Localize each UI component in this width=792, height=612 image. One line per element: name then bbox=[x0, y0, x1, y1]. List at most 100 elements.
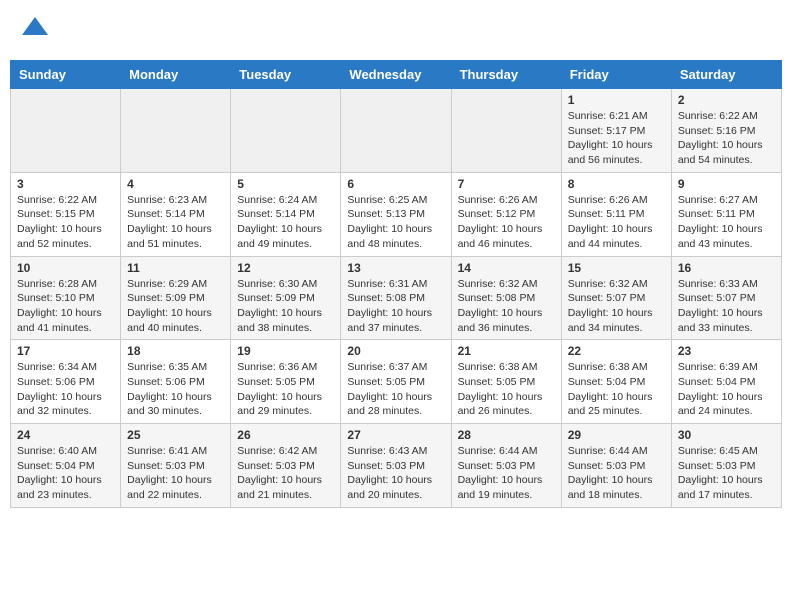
cell-content: Sunrise: 6:41 AM Sunset: 5:03 PM Dayligh… bbox=[127, 444, 224, 503]
day-number: 19 bbox=[237, 344, 334, 358]
calendar-cell: 3 Sunrise: 6:22 AM Sunset: 5:15 PM Daylig… bbox=[11, 172, 121, 256]
cell-content: Sunrise: 6:32 AM Sunset: 5:07 PM Dayligh… bbox=[568, 277, 665, 336]
calendar-week-row: 3 Sunrise: 6:22 AM Sunset: 5:15 PM Daylig… bbox=[11, 172, 782, 256]
calendar-cell: 14 Sunrise: 6:32 AM Sunset: 5:08 PM Dayli… bbox=[451, 256, 561, 340]
weekday-header: Monday bbox=[121, 61, 231, 89]
calendar-cell: 30 Sunrise: 6:45 AM Sunset: 5:03 PM Dayli… bbox=[671, 424, 781, 508]
logo-icon bbox=[20, 15, 50, 45]
calendar-cell: 16 Sunrise: 6:33 AM Sunset: 5:07 PM Dayli… bbox=[671, 256, 781, 340]
calendar-cell: 11 Sunrise: 6:29 AM Sunset: 5:09 PM Dayli… bbox=[121, 256, 231, 340]
calendar-cell: 6Sunrise: 6:25 AM Sunset: 5:13 PM Daylig… bbox=[341, 172, 451, 256]
day-number: 3 bbox=[17, 177, 114, 191]
calendar-cell bbox=[341, 89, 451, 173]
day-number: 2 bbox=[678, 93, 775, 107]
calendar-cell: 4 Sunrise: 6:23 AM Sunset: 5:14 PM Daylig… bbox=[121, 172, 231, 256]
day-number: 8 bbox=[568, 177, 665, 191]
calendar-table: SundayMondayTuesdayWednesdayThursdayFrid… bbox=[10, 60, 782, 508]
calendar-cell: 28Sunrise: 6:44 AM Sunset: 5:03 PM Dayli… bbox=[451, 424, 561, 508]
calendar-cell: 12 Sunrise: 6:30 AM Sunset: 5:09 PM Dayli… bbox=[231, 256, 341, 340]
cell-content: Sunrise: 6:24 AM Sunset: 5:14 PM Dayligh… bbox=[237, 193, 334, 252]
day-number: 18 bbox=[127, 344, 224, 358]
calendar-cell: 21 Sunrise: 6:38 AM Sunset: 5:05 PM Dayli… bbox=[451, 340, 561, 424]
calendar-cell bbox=[121, 89, 231, 173]
cell-content: Sunrise: 6:35 AM Sunset: 5:06 PM Dayligh… bbox=[127, 360, 224, 419]
calendar-week-row: 10 Sunrise: 6:28 AM Sunset: 5:10 PM Dayli… bbox=[11, 256, 782, 340]
cell-content: Sunrise: 6:36 AM Sunset: 5:05 PM Dayligh… bbox=[237, 360, 334, 419]
day-number: 13 bbox=[347, 261, 444, 275]
day-number: 1 bbox=[568, 93, 665, 107]
cell-content: Sunrise: 6:44 AM Sunset: 5:03 PM Dayligh… bbox=[568, 444, 665, 503]
calendar-week-row: 1 Sunrise: 6:21 AM Sunset: 5:17 PM Daylig… bbox=[11, 89, 782, 173]
cell-content: Sunrise: 6:29 AM Sunset: 5:09 PM Dayligh… bbox=[127, 277, 224, 336]
calendar-header-row: SundayMondayTuesdayWednesdayThursdayFrid… bbox=[11, 61, 782, 89]
cell-content: Sunrise: 6:45 AM Sunset: 5:03 PM Dayligh… bbox=[678, 444, 775, 503]
calendar-cell: 5 Sunrise: 6:24 AM Sunset: 5:14 PM Daylig… bbox=[231, 172, 341, 256]
cell-content: Sunrise: 6:37 AM Sunset: 5:05 PM Dayligh… bbox=[347, 360, 444, 419]
weekday-header: Sunday bbox=[11, 61, 121, 89]
cell-content: Sunrise: 6:39 AM Sunset: 5:04 PM Dayligh… bbox=[678, 360, 775, 419]
day-number: 20 bbox=[347, 344, 444, 358]
day-number: 26 bbox=[237, 428, 334, 442]
day-number: 7 bbox=[458, 177, 555, 191]
calendar-cell: 24 Sunrise: 6:40 AM Sunset: 5:04 PM Dayli… bbox=[11, 424, 121, 508]
calendar-cell: 26 Sunrise: 6:42 AM Sunset: 5:03 PM Dayli… bbox=[231, 424, 341, 508]
cell-content: Sunrise: 6:43 AM Sunset: 5:03 PM Dayligh… bbox=[347, 444, 444, 503]
calendar-cell: 23 Sunrise: 6:39 AM Sunset: 5:04 PM Dayli… bbox=[671, 340, 781, 424]
day-number: 21 bbox=[458, 344, 555, 358]
weekday-header: Friday bbox=[561, 61, 671, 89]
day-number: 10 bbox=[17, 261, 114, 275]
day-number: 6 bbox=[347, 177, 444, 191]
calendar-cell: 29 Sunrise: 6:44 AM Sunset: 5:03 PM Dayli… bbox=[561, 424, 671, 508]
cell-content: Sunrise: 6:42 AM Sunset: 5:03 PM Dayligh… bbox=[237, 444, 334, 503]
calendar-cell: 22 Sunrise: 6:38 AM Sunset: 5:04 PM Dayli… bbox=[561, 340, 671, 424]
calendar-cell: 10 Sunrise: 6:28 AM Sunset: 5:10 PM Dayli… bbox=[11, 256, 121, 340]
cell-content: Sunrise: 6:33 AM Sunset: 5:07 PM Dayligh… bbox=[678, 277, 775, 336]
cell-content: Sunrise: 6:30 AM Sunset: 5:09 PM Dayligh… bbox=[237, 277, 334, 336]
calendar-cell: 7Sunrise: 6:26 AM Sunset: 5:12 PM Daylig… bbox=[451, 172, 561, 256]
day-number: 5 bbox=[237, 177, 334, 191]
day-number: 24 bbox=[17, 428, 114, 442]
cell-content: Sunrise: 6:22 AM Sunset: 5:15 PM Dayligh… bbox=[17, 193, 114, 252]
day-number: 22 bbox=[568, 344, 665, 358]
cell-content: Sunrise: 6:23 AM Sunset: 5:14 PM Dayligh… bbox=[127, 193, 224, 252]
day-number: 30 bbox=[678, 428, 775, 442]
calendar-week-row: 17Sunrise: 6:34 AM Sunset: 5:06 PM Dayli… bbox=[11, 340, 782, 424]
calendar-cell: 15 Sunrise: 6:32 AM Sunset: 5:07 PM Dayli… bbox=[561, 256, 671, 340]
cell-content: Sunrise: 6:34 AM Sunset: 5:06 PM Dayligh… bbox=[17, 360, 114, 419]
calendar-cell: 25 Sunrise: 6:41 AM Sunset: 5:03 PM Dayli… bbox=[121, 424, 231, 508]
weekday-header: Thursday bbox=[451, 61, 561, 89]
day-number: 14 bbox=[458, 261, 555, 275]
day-number: 16 bbox=[678, 261, 775, 275]
calendar-week-row: 24 Sunrise: 6:40 AM Sunset: 5:04 PM Dayli… bbox=[11, 424, 782, 508]
calendar-cell bbox=[231, 89, 341, 173]
cell-content: Sunrise: 6:40 AM Sunset: 5:04 PM Dayligh… bbox=[17, 444, 114, 503]
cell-content: Sunrise: 6:32 AM Sunset: 5:08 PM Dayligh… bbox=[458, 277, 555, 336]
cell-content: Sunrise: 6:28 AM Sunset: 5:10 PM Dayligh… bbox=[17, 277, 114, 336]
cell-content: Sunrise: 6:31 AM Sunset: 5:08 PM Dayligh… bbox=[347, 277, 444, 336]
calendar-cell: 2 Sunrise: 6:22 AM Sunset: 5:16 PM Daylig… bbox=[671, 89, 781, 173]
cell-content: Sunrise: 6:22 AM Sunset: 5:16 PM Dayligh… bbox=[678, 109, 775, 168]
calendar-cell: 13 Sunrise: 6:31 AM Sunset: 5:08 PM Dayli… bbox=[341, 256, 451, 340]
weekday-header: Wednesday bbox=[341, 61, 451, 89]
calendar-cell: 17Sunrise: 6:34 AM Sunset: 5:06 PM Dayli… bbox=[11, 340, 121, 424]
calendar-cell: 1 Sunrise: 6:21 AM Sunset: 5:17 PM Daylig… bbox=[561, 89, 671, 173]
calendar-cell: 8Sunrise: 6:26 AM Sunset: 5:11 PM Daylig… bbox=[561, 172, 671, 256]
day-number: 12 bbox=[237, 261, 334, 275]
cell-content: Sunrise: 6:38 AM Sunset: 5:05 PM Dayligh… bbox=[458, 360, 555, 419]
day-number: 23 bbox=[678, 344, 775, 358]
day-number: 4 bbox=[127, 177, 224, 191]
weekday-header: Tuesday bbox=[231, 61, 341, 89]
cell-content: Sunrise: 6:38 AM Sunset: 5:04 PM Dayligh… bbox=[568, 360, 665, 419]
day-number: 25 bbox=[127, 428, 224, 442]
page-header bbox=[10, 10, 782, 50]
cell-content: Sunrise: 6:21 AM Sunset: 5:17 PM Dayligh… bbox=[568, 109, 665, 168]
day-number: 9 bbox=[678, 177, 775, 191]
day-number: 15 bbox=[568, 261, 665, 275]
day-number: 27 bbox=[347, 428, 444, 442]
calendar-cell: 27 Sunrise: 6:43 AM Sunset: 5:03 PM Dayli… bbox=[341, 424, 451, 508]
day-number: 11 bbox=[127, 261, 224, 275]
calendar-cell bbox=[11, 89, 121, 173]
cell-content: Sunrise: 6:27 AM Sunset: 5:11 PM Dayligh… bbox=[678, 193, 775, 252]
day-number: 29 bbox=[568, 428, 665, 442]
calendar-cell bbox=[451, 89, 561, 173]
